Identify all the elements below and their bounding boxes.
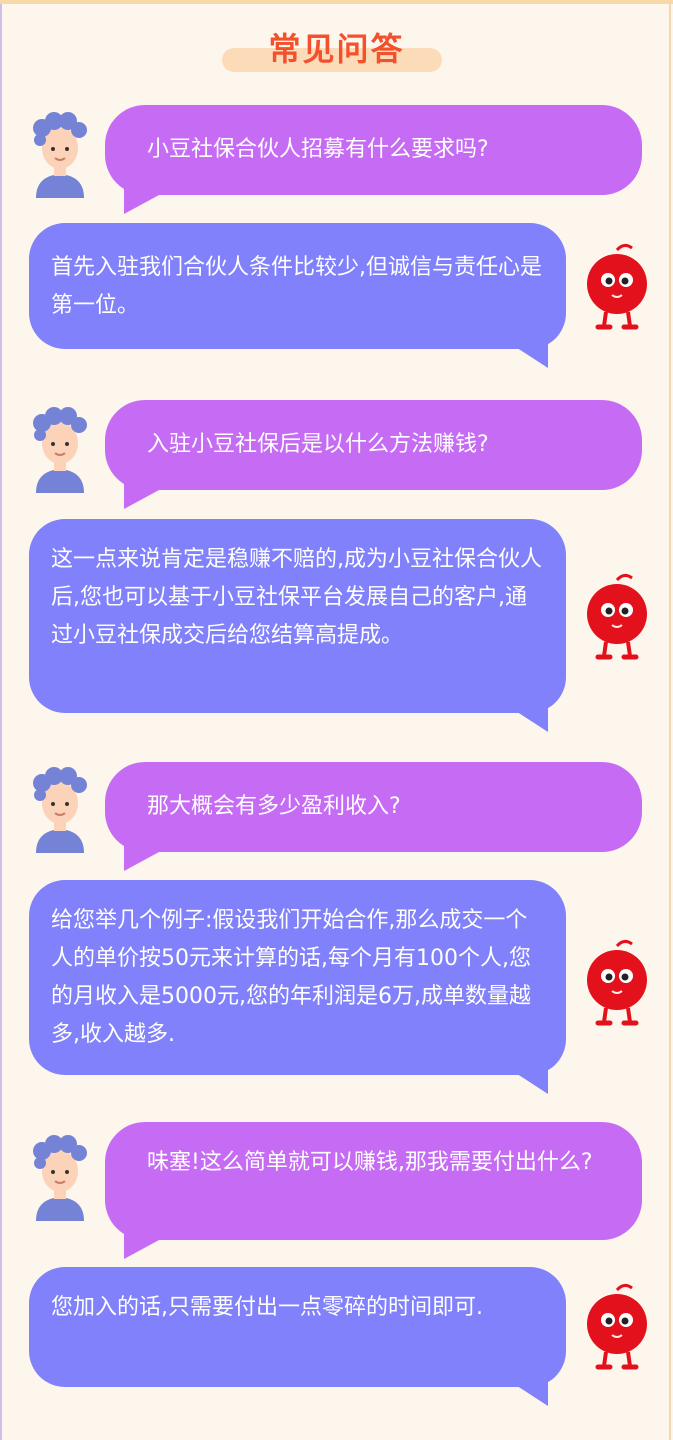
answer-bubble-tail <box>508 706 548 732</box>
page-title: 常见问答 <box>268 30 405 68</box>
question-bubble-tail <box>124 845 172 871</box>
question-text: 入驻小豆社保后是以什么方法赚钱? <box>147 432 489 457</box>
question-bubble-tail <box>124 1233 172 1259</box>
question-text: 小豆社保合伙人招募有什么要求吗? <box>147 137 489 162</box>
answer-bubble: 首先入驻我们合伙人条件比较少,但诚信与责任心是第一位。 <box>29 223 566 349</box>
answer-text: 这一点来说肯定是稳赚不赔的,成为小豆社保合伙人后,您也可以基于小豆社保平台发展自… <box>51 547 542 648</box>
page-header: 常见问答 <box>0 22 673 82</box>
answer-bubble-tail <box>508 1380 548 1406</box>
answer-bubble-tail <box>508 342 548 368</box>
question-bubble-tail <box>124 188 172 214</box>
red-mascot-icon <box>587 573 647 660</box>
user-avatar-icon <box>33 112 87 198</box>
question-bubble: 味塞!这么简单就可以赚钱,那我需要付出什么? <box>105 1122 642 1240</box>
red-mascot-icon <box>587 1283 647 1370</box>
answer-bubble-tail <box>508 1068 548 1094</box>
question-bubble: 那大概会有多少盈利收入? <box>105 762 642 852</box>
user-avatar-icon <box>33 767 87 853</box>
user-avatar-icon <box>33 407 87 493</box>
top-divider <box>0 0 673 4</box>
answer-text: 您加入的话,只需要付出一点零碎的时间即可. <box>51 1295 483 1320</box>
answer-bubble: 这一点来说肯定是稳赚不赔的,成为小豆社保合伙人后,您也可以基于小豆社保平台发展自… <box>29 519 566 713</box>
red-mascot-icon <box>587 939 647 1026</box>
answer-text: 首先入驻我们合伙人条件比较少,但诚信与责任心是第一位。 <box>51 255 542 318</box>
red-mascot-icon <box>587 243 647 330</box>
question-bubble: 小豆社保合伙人招募有什么要求吗? <box>105 105 642 195</box>
question-text: 那大概会有多少盈利收入? <box>147 794 401 819</box>
question-text: 味塞!这么简单就可以赚钱,那我需要付出什么? <box>147 1150 593 1175</box>
user-avatar-icon <box>33 1135 87 1221</box>
answer-bubble: 您加入的话,只需要付出一点零碎的时间即可. <box>29 1267 566 1387</box>
answer-text: 给您举几个例子:假设我们开始合作,那么成交一个人的单价按50元来计算的话,每个月… <box>51 908 531 1047</box>
answer-bubble: 给您举几个例子:假设我们开始合作,那么成交一个人的单价按50元来计算的话,每个月… <box>29 880 566 1075</box>
question-bubble-tail <box>124 483 172 509</box>
question-bubble: 入驻小豆社保后是以什么方法赚钱? <box>105 400 642 490</box>
